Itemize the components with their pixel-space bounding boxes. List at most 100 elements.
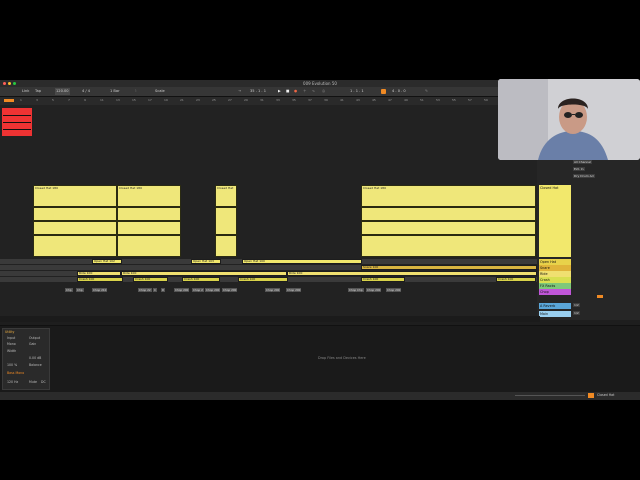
mute-button[interactable]: Mute <box>29 380 37 384</box>
quantize-dropdown[interactable]: 1 Bar <box>110 88 120 95</box>
metronome-icon[interactable]: ⌇ <box>135 88 137 95</box>
clip-crash[interactable]: Crash 100 <box>361 277 405 282</box>
utility-device: Utility Input Output Mono Gain Width 0.0… <box>2 328 50 390</box>
mono-label[interactable]: Mono <box>7 342 16 346</box>
gain-label: Gain <box>29 342 37 346</box>
loop-length-field[interactable]: 4 . 0 . 0 <box>392 88 406 95</box>
clip-open-hat[interactable]: Open Hat 102 <box>92 259 122 264</box>
session-record-icon[interactable]: ◎ <box>322 88 325 95</box>
bass-freq-value[interactable]: 120 Hz <box>7 380 18 384</box>
input-channel-dropdown[interactable]: Ext. In <box>573 167 585 171</box>
song-position-field[interactable]: 35 . 1 . 1 <box>250 88 266 95</box>
clip-closed-hat[interactable]: Closed Hat 180 <box>361 185 536 257</box>
bass-mono-button[interactable]: Bass Mono <box>7 371 24 375</box>
clip-ride[interactable]: Ride 100 <box>121 271 287 276</box>
clip-chop[interactable]: Chop 22 <box>138 288 152 292</box>
loop-toggle-icon[interactable] <box>381 89 386 94</box>
clip-closed-hat[interactable]: Closed Hat 180 <box>117 185 181 257</box>
ruler-tick-label: 17 <box>148 98 152 102</box>
clip-title: Closed Hat 180 <box>363 186 386 190</box>
clip-crash[interactable]: Crash 100 <box>77 277 123 282</box>
output-label: Output <box>29 336 41 340</box>
maximize-window-icon[interactable] <box>13 82 16 85</box>
overdub-icon[interactable]: ＋ <box>303 88 307 95</box>
webcam-overlay <box>498 79 640 160</box>
track-header[interactable]: A Reverb <box>539 303 571 309</box>
drop-hint: Drop Files and Devices Here <box>318 356 366 360</box>
ruler-tick-label: 25 <box>212 98 216 102</box>
width-value[interactable]: 100 % <box>7 363 17 367</box>
track-header[interactable]: Closed Hat <box>539 185 571 257</box>
ruler-tick-label: 15 <box>132 98 136 102</box>
clip-closed-hat[interactable]: Closed Hat <box>215 185 237 257</box>
clip-chop[interactable]: Chop 200 <box>386 288 402 292</box>
clip-chop[interactable]: Chop 200 <box>286 288 302 292</box>
gain-value[interactable]: 0.00 dB <box>29 356 41 360</box>
clip-crash[interactable]: Crash 100 <box>133 277 168 282</box>
clip-chop[interactable]: Chp <box>65 288 73 292</box>
clip-ride[interactable]: Ride 100 <box>287 271 537 276</box>
ruler-tick-label: 3 <box>36 98 38 102</box>
clip-chop[interactable]: C <box>153 288 157 292</box>
ruler-tick-label: 57 <box>468 98 472 102</box>
scale-dropdown[interactable]: Scale <box>155 88 165 95</box>
clip-chop[interactable]: Chop 200 <box>174 288 190 292</box>
clip-chop[interactable]: D <box>161 288 166 292</box>
bottom-time-ruler[interactable] <box>0 316 540 322</box>
stop-icon[interactable]: ■ <box>286 88 289 95</box>
ruler-tick-label: 37 <box>308 98 312 102</box>
input-type-dropdown[interactable]: All Channel <box>573 160 592 164</box>
input-label: Input <box>7 336 16 340</box>
automation-arm-icon[interactable]: ∿ <box>312 88 315 95</box>
send-dropdown[interactable]: 1/2 <box>573 303 580 307</box>
tap-tempo-button[interactable]: Tap <box>35 88 41 95</box>
clip-chop[interactable]: Chop 200 <box>222 288 238 292</box>
window-title: 009 Evolution 50 <box>303 81 337 86</box>
dc-button[interactable]: DC <box>41 380 46 384</box>
follow-icon[interactable]: ⇥ <box>238 88 241 95</box>
clip-open-hat[interactable]: Open Hat 100 <box>242 259 362 264</box>
clip-chop[interactable]: Chop 210 <box>92 288 108 292</box>
clip-open-hat[interactable]: Open Hat 103 <box>191 259 221 264</box>
track-header[interactable]: Chop <box>539 289 571 295</box>
ruler-tick-label: 59 <box>484 98 488 102</box>
loop-brace[interactable] <box>4 99 14 102</box>
clip-closed-hat[interactable]: Closed Hat 180 <box>33 185 117 257</box>
clip-chop[interactable]: Chp <box>76 288 84 292</box>
balance-label: Balance <box>29 363 42 367</box>
ruler-tick-label: 49 <box>404 98 408 102</box>
device-view: Utility Input Output Mono Gain Width 0.0… <box>0 325 640 393</box>
clip-crash[interactable]: Crash 100 <box>182 277 220 282</box>
clip-crash[interactable]: Crash 100 <box>238 277 288 282</box>
clip-chop[interactable]: Chop 200 <box>205 288 221 292</box>
send-dropdown[interactable]: 1/2 <box>573 311 580 315</box>
link-button[interactable]: Link <box>22 88 29 95</box>
play-icon[interactable]: ▶ <box>278 88 281 95</box>
clip-crash[interactable]: Crash 100 <box>496 277 536 282</box>
clip-chop[interactable]: Chp <box>356 288 364 292</box>
ruler-tick-label: 33 <box>276 98 280 102</box>
ruler-tick-label: 5 <box>52 98 54 102</box>
ruler-tick-label: 47 <box>388 98 392 102</box>
record-icon[interactable]: ● <box>294 88 297 95</box>
draw-mode-icon[interactable]: ✎ <box>425 88 428 95</box>
clip-chop[interactable]: Chop 200 <box>265 288 281 292</box>
ruler-tick-label: 53 <box>436 98 440 102</box>
solo-toggle[interactable] <box>597 295 603 298</box>
ruler-tick-label: 41 <box>340 98 344 102</box>
track-header[interactable]: Main <box>539 311 571 317</box>
loop-start-field[interactable]: 1 . 1 . 1 <box>350 88 364 95</box>
ruler-tick-label: 7 <box>68 98 70 102</box>
minimize-window-icon[interactable] <box>8 82 11 85</box>
scroll-bar[interactable] <box>515 395 585 396</box>
monitor-dropdown[interactable]: Dry Drum Ad <box>573 174 595 178</box>
tempo-field[interactable]: 120.00 <box>55 88 70 95</box>
ruler-tick-label: 11 <box>100 98 104 102</box>
ruler-tick-label: 13 <box>116 98 120 102</box>
time-signature-field[interactable]: 4 / 4 <box>82 88 90 95</box>
clip-snare[interactable]: Snare 100 <box>361 265 537 270</box>
clip-chop[interactable]: Chop 200 <box>366 288 382 292</box>
clip-ride[interactable]: Ride 100 <box>77 271 121 276</box>
close-window-icon[interactable] <box>3 82 6 85</box>
clip-chop[interactable]: Chop 2 <box>192 288 204 292</box>
